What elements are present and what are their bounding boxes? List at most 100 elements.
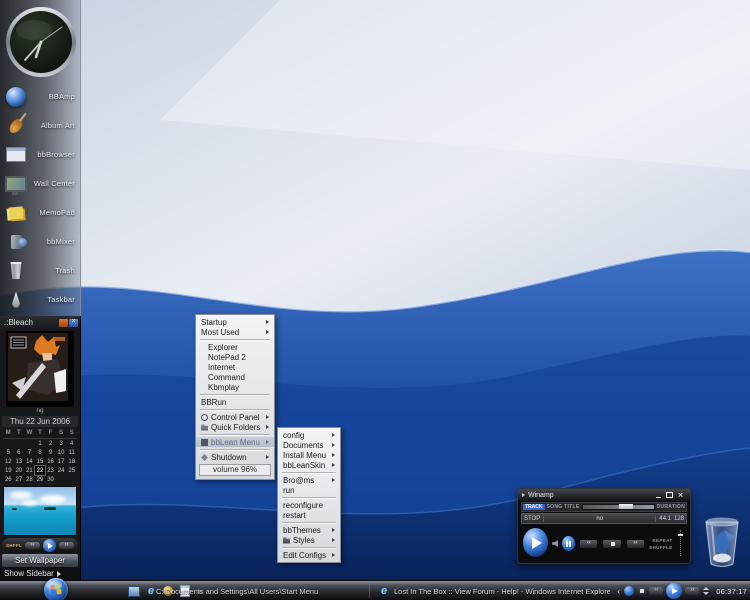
show-desktop-icon[interactable] [128,585,140,597]
menu-item-config[interactable]: config [278,430,340,440]
recycle-bin-icon[interactable] [700,512,744,570]
menu-item-bbleanskin[interactable]: bbLeanSkin [278,460,340,470]
tray-stop-button[interactable] [637,587,646,596]
menu-item-most-used[interactable]: Most Used [196,327,274,337]
menu-item-startup[interactable]: Startup [196,317,274,327]
winamp-info-row: TRACK SONG TITLE DURATION [521,502,687,512]
menu-item-bro-ms[interactable]: Bro@ms [278,475,340,485]
submenu-arrow-icon [332,553,335,557]
menu-separator [282,547,336,548]
menu-item-restart[interactable]: restart [278,510,340,520]
styles-folder-icon [283,537,290,544]
menu-separator [200,449,270,450]
menu-item-kbmplay[interactable]: Kbmplay [196,382,274,392]
calendar-day: 5 [3,448,14,457]
dock-item-bbamp[interactable]: BBAmp [0,82,80,111]
tray-winamp-icon[interactable] [624,586,634,596]
shutdown-icon [201,454,208,461]
set-wallpaper-button[interactable]: Set Wallpaper [2,554,78,567]
tray-spinner[interactable] [703,587,709,595]
shuffle-label[interactable]: SHUFFLE [649,545,673,550]
tray-collapse-chevron[interactable]: ‹ [617,586,620,596]
khz-value: 44.1 [659,516,671,522]
play-button[interactable] [523,528,548,557]
dock-item-memopad[interactable]: MemoPad [0,198,80,227]
dock-item-taskbar[interactable]: Taskbar [0,285,80,314]
calendar-day [14,439,25,448]
dock: BBAmpAlbum ArtbbBrowserWall CenterMemoPa… [0,0,81,316]
dock-item-album-art[interactable]: Album Art [0,111,80,140]
winamp-status-row: STOP no 44.1 128 [521,513,687,524]
menu-item-command[interactable]: Command [196,372,274,382]
volume-slider[interactable] [680,530,685,556]
menu-item-control-panel[interactable]: Control Panel [196,412,274,422]
menu-item-edit-configs[interactable]: Edit Configs [278,550,340,560]
menu-item-install-menu[interactable]: Install Menu [278,450,340,460]
play-slideshow-button[interactable] [43,539,56,552]
previous-track-button[interactable] [579,539,598,549]
winamp-controls: REPEAT SHUFFLE [518,525,690,557]
tray-previous-button[interactable] [649,587,663,595]
bblean-submenu: configDocumentsInstall MenubbLeanSkin Bro… [277,427,341,563]
menu-item-explorer[interactable]: Explorer [196,342,274,352]
calendar-day: 14 [24,457,35,466]
bbamp-orb-icon [3,85,29,109]
minimize-button[interactable] [653,491,664,500]
tray-next-button[interactable] [685,587,699,595]
widget-minimize-button[interactable] [59,319,68,327]
menu-separator [282,497,336,498]
duration-label: DURATION [657,504,685,510]
taskbar-task[interactable]: Lost In The Box :: View Forum - Help! - … [378,581,610,600]
calendar-weekday: S [66,429,77,439]
calendar-day [66,475,77,484]
menu-item-styles[interactable]: Styles [278,535,340,545]
next-track-button[interactable] [626,539,645,549]
menu-item-shutdown[interactable]: Shutdown [196,452,274,462]
close-button[interactable] [675,491,686,500]
winamp-title: Winamp [528,492,653,499]
mode-flags[interactable]: REPEAT SHUFFLE [649,538,673,552]
winamp-titlebar[interactable]: Winamp [518,489,690,501]
tray-play-button[interactable] [666,583,682,599]
next-wallpaper-button[interactable] [59,542,74,549]
menu-item-reconfigure[interactable]: reconfigure [278,500,340,510]
bleach-widget: .:Bleach ng Thu 22 Jun 2006 MTWTFSS12 [0,316,81,582]
volume-indicator[interactable]: volume 96% [199,464,271,476]
submenu-arrow-icon [332,538,335,542]
taskbar-task[interactable]: C:\Documents and Settings\All Users\Star… [152,581,364,600]
menu-item-notepad-2[interactable]: NotePad 2 [196,352,274,362]
internet-explorer-icon [378,585,390,597]
bblean-menu-icon [201,439,208,446]
maximize-button[interactable] [664,491,675,500]
calendar-day: 26 [3,475,14,484]
show-sidebar-button[interactable]: Show Sidebar [0,567,80,580]
speaker-icon [3,230,29,254]
taskbar: » C:\Documents and Settings\All Users\St… [0,580,750,600]
menu-item-bbrun[interactable]: BBRun [196,397,274,407]
start-button[interactable] [44,578,68,600]
menu-item-internet[interactable]: Internet [196,362,274,372]
seek-slider[interactable] [582,504,655,510]
rocket-icon [3,288,29,312]
previous-wallpaper-button[interactable] [25,542,40,549]
menu-item-quick-folders[interactable]: Quick Folders [196,422,274,432]
stop-button[interactable] [602,539,621,549]
taskbar-divider [369,584,370,598]
wallpaper-thumbnail[interactable] [3,486,77,536]
menu-item-run[interactable]: run [278,485,340,495]
dock-item-bbbrowser[interactable]: bbBrowser [0,140,80,169]
submenu-arrow-icon [332,433,335,437]
menu-item-bblean-menu[interactable]: bbLean Menu [196,437,274,447]
calendar-weekday: T [35,429,46,439]
menu-item-documents[interactable]: Documents [278,440,340,450]
dock-item-bbmixer[interactable]: bbMixer [0,227,80,256]
dock-item-wall-center[interactable]: Wall Center [0,169,80,198]
submenu-arrow-icon [332,443,335,447]
pause-button[interactable] [562,536,575,551]
menu-item-bbthemes[interactable]: bbThemes [278,525,340,535]
repeat-label[interactable]: REPEAT [652,538,672,543]
calendar-day: 27 [14,475,25,484]
widget-close-button[interactable] [69,319,78,327]
dock-item-trash[interactable]: Trash [0,256,80,285]
calendar-day: 10 [56,448,67,457]
